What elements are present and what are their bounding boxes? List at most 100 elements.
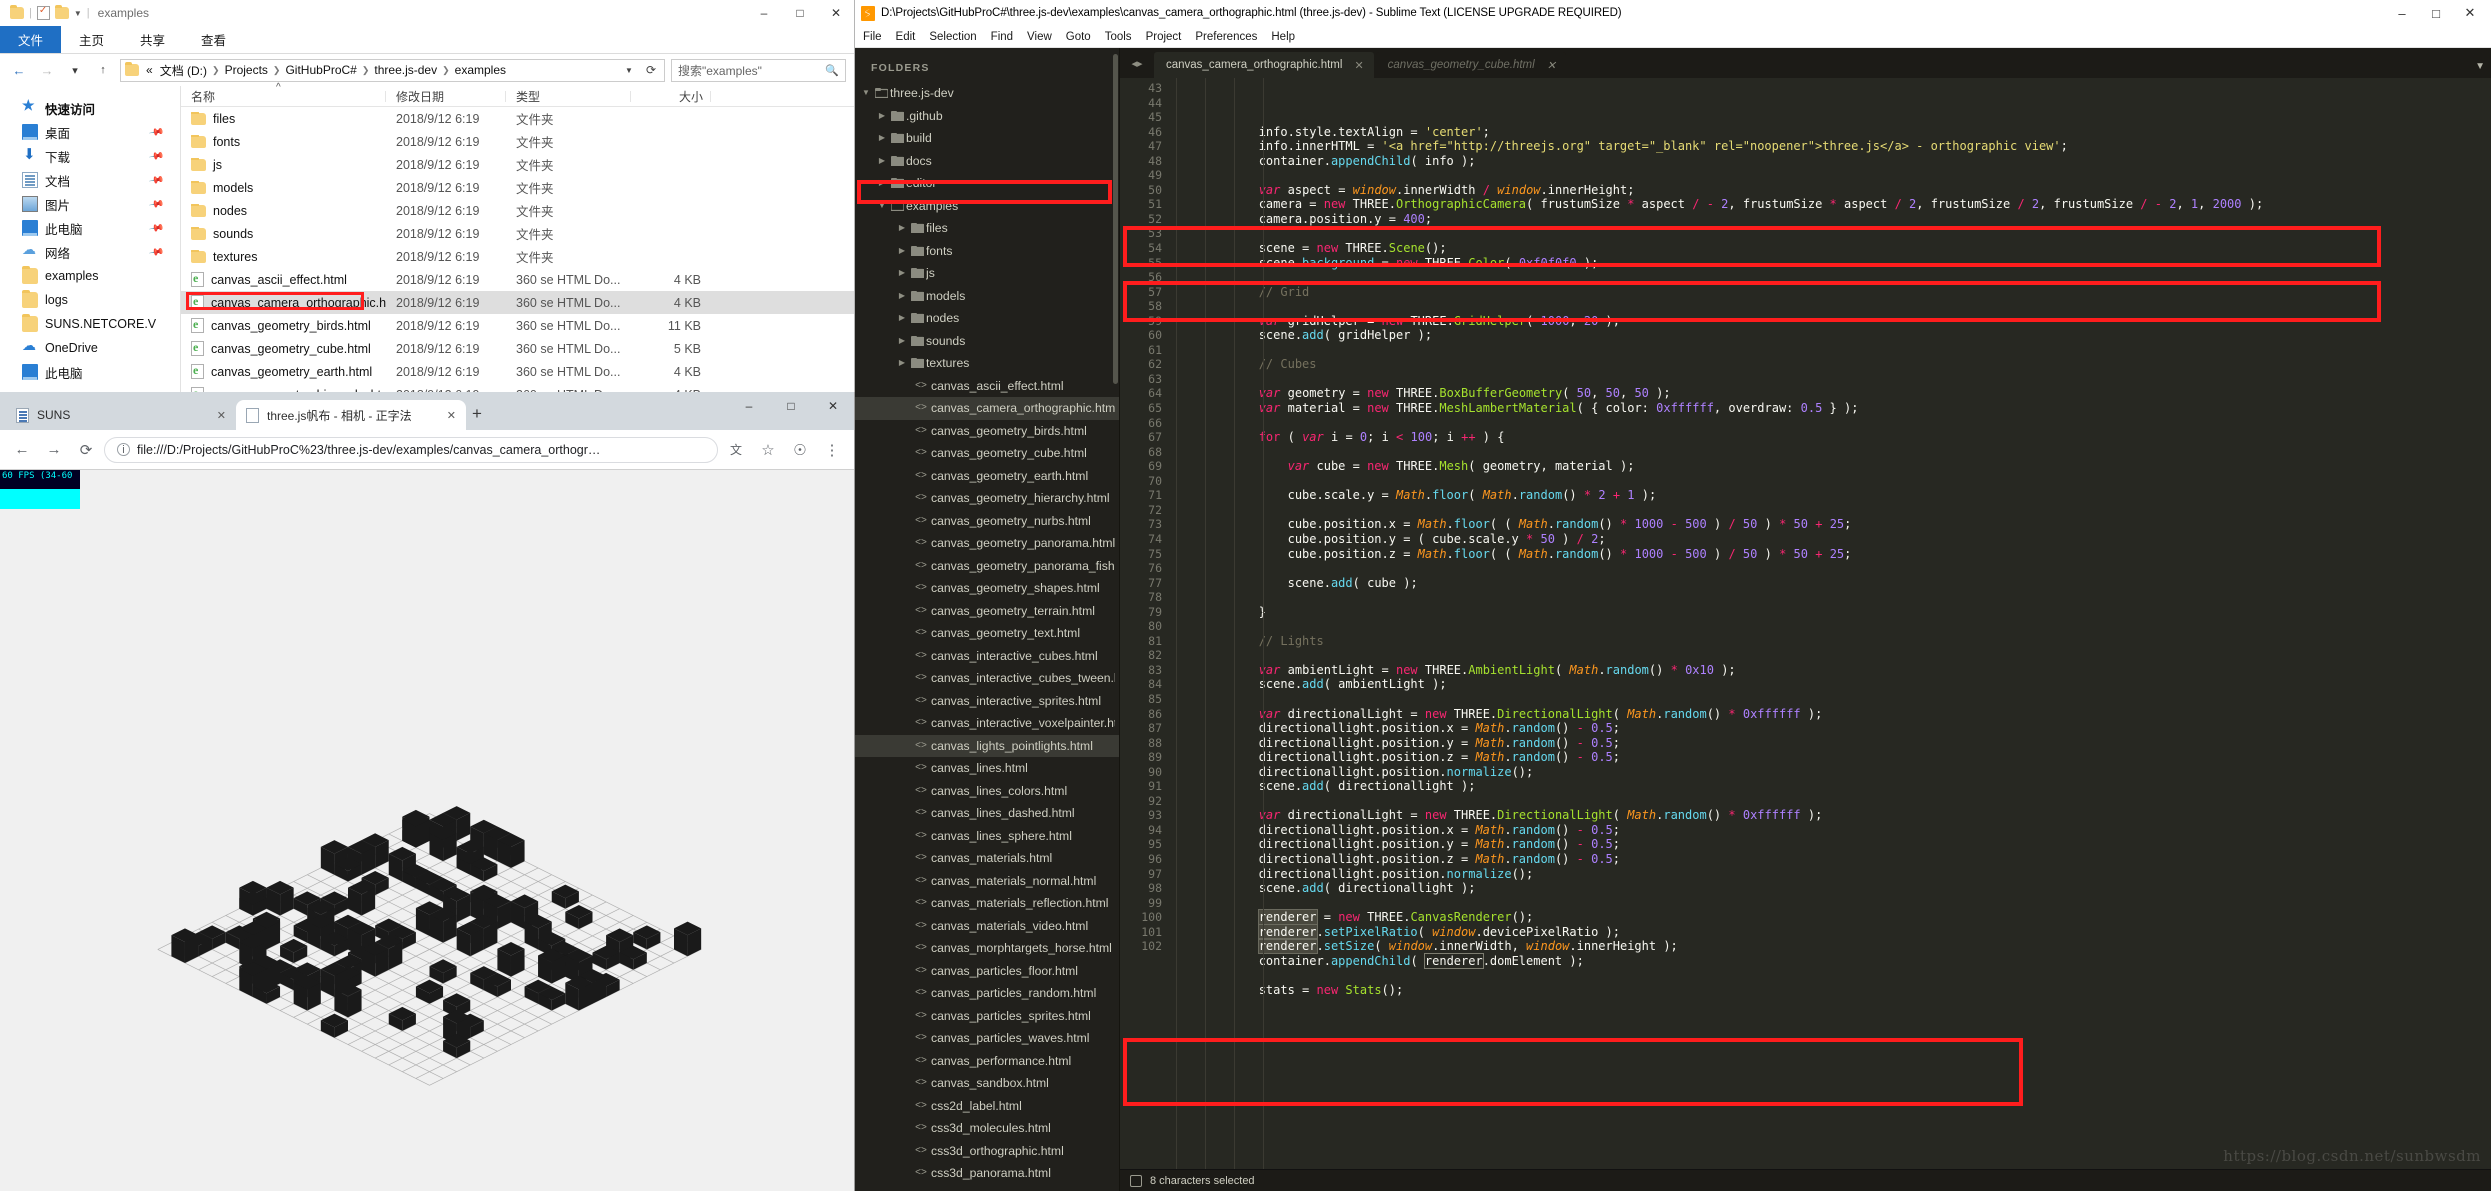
translate-icon[interactable]: 文: [722, 436, 750, 464]
column-header-0[interactable]: 名称: [181, 88, 386, 105]
page-viewport[interactable]: three.js - 正交视图 60 FPS (34-60: [0, 470, 854, 1191]
tree-folder-docs[interactable]: ▶ docs: [855, 150, 1119, 173]
code-line[interactable]: [1172, 226, 2491, 241]
menu-item-view[interactable]: View: [1027, 31, 1052, 43]
code-line[interactable]: for ( var i = 0; i < 100; i ++ ) {: [1172, 430, 2491, 445]
sidebar-item-3[interactable]: 文档 📌: [0, 168, 180, 192]
stats-widget[interactable]: 60 FPS (34-60: [0, 470, 80, 509]
search-box[interactable]: 搜索"examples" 🔍: [671, 58, 846, 82]
address-dropdown-icon[interactable]: ▼: [619, 66, 639, 75]
menu-item-goto[interactable]: Goto: [1066, 31, 1091, 43]
pin-icon[interactable]: 📌: [148, 196, 165, 212]
code-line[interactable]: directionallight.position.y = Math.rando…: [1172, 736, 2491, 751]
tree-file-item[interactable]: <> css3d_panorama.html: [855, 1162, 1119, 1185]
tree-file-item[interactable]: <> canvas_sandbox.html: [855, 1072, 1119, 1095]
ribbon-tab-3[interactable]: 查看: [183, 26, 244, 53]
code-line[interactable]: directionallight.position.normalize();: [1172, 765, 2491, 780]
breadcrumb-2[interactable]: Projects: [223, 63, 270, 77]
tree-file-item[interactable]: <> canvas_geometry_earth.html: [855, 465, 1119, 488]
new-tab-button[interactable]: +: [472, 404, 482, 424]
code-line[interactable]: var aspect = window.innerWidth / window.…: [1172, 183, 2491, 198]
tree-file-item[interactable]: <> canvas_geometry_shapes.html: [855, 577, 1119, 600]
menu-item-find[interactable]: Find: [991, 31, 1013, 43]
sidebar-item-2[interactable]: 下载 📌: [0, 144, 180, 168]
code-line[interactable]: [1172, 619, 2491, 634]
sidebar-item-9[interactable]: SUNS.NETCORE.V: [0, 312, 180, 336]
code-line[interactable]: [1172, 590, 2491, 605]
menu-item-project[interactable]: Project: [1146, 31, 1182, 43]
code-line[interactable]: scene.add( directionallight );: [1172, 881, 2491, 896]
tree-file-item[interactable]: <> canvas_materials_normal.html: [855, 870, 1119, 893]
tree-file-item[interactable]: <> canvas_interactive_cubes_tween.html: [855, 667, 1119, 690]
code-line[interactable]: stats = new Stats();: [1172, 983, 2491, 998]
close-icon[interactable]: ✕: [217, 409, 226, 422]
code-line[interactable]: [1172, 416, 2491, 431]
menu-item-preferences[interactable]: Preferences: [1195, 31, 1257, 43]
code-line[interactable]: directionallight.position.normalize();: [1172, 867, 2491, 882]
code-line[interactable]: container.appendChild( info );: [1172, 154, 2491, 169]
code-line[interactable]: [1172, 561, 2491, 576]
tree-file-item[interactable]: <> canvas_camera_orthographic.html: [855, 397, 1119, 420]
tree-file-item[interactable]: <> canvas_geometry_hierarchy.html: [855, 487, 1119, 510]
table-row[interactable]: textures 2018/9/12 6:19 文件夹: [181, 245, 854, 268]
chevron-right-icon[interactable]: ▶: [895, 330, 909, 353]
tree-folder-models[interactable]: ▶ models: [855, 285, 1119, 308]
tree-file-item[interactable]: <> canvas_lines_dashed.html: [855, 802, 1119, 825]
tree-file-item[interactable]: <> canvas_geometry_text.html: [855, 622, 1119, 645]
tree-file-item[interactable]: <> canvas_ascii_effect.html: [855, 375, 1119, 398]
code-line[interactable]: renderer.setPixelRatio( window.devicePix…: [1172, 923, 2491, 940]
tree-file-item[interactable]: <> canvas_materials_video.html: [855, 915, 1119, 938]
tree-file-item[interactable]: <> canvas_geometry_nurbs.html: [855, 510, 1119, 533]
code-line[interactable]: var material = new THREE.MeshLambertMate…: [1172, 401, 2491, 416]
code-line[interactable]: directionallight.position.x = Math.rando…: [1172, 823, 2491, 838]
code-line[interactable]: scene.add( directionallight );: [1172, 779, 2491, 794]
code-line[interactable]: // Lights: [1172, 634, 2491, 649]
code-line[interactable]: cube.position.z = Math.floor( ( Math.ran…: [1172, 547, 2491, 562]
breadcrumb-3[interactable]: GitHubProC#: [283, 63, 358, 77]
sidebar-item-0[interactable]: 快速访问: [0, 96, 180, 120]
code-line[interactable]: [1172, 445, 2491, 460]
code-line[interactable]: directionallight.position.x = Math.rando…: [1172, 721, 2491, 736]
maximize-icon[interactable]: □: [782, 0, 818, 26]
minimize-icon[interactable]: –: [746, 0, 782, 26]
code-line[interactable]: renderer.setSize( window.innerWidth, win…: [1172, 938, 2491, 955]
code-line[interactable]: scene.add( ambientLight );: [1172, 677, 2491, 692]
ribbon-tab-0[interactable]: 文件: [0, 26, 62, 53]
pin-icon[interactable]: 📌: [148, 244, 165, 260]
breadcrumb-1[interactable]: 文档 (D:): [158, 62, 209, 79]
tree-file-item[interactable]: <> canvas_interactive_cubes.html: [855, 645, 1119, 668]
tree-folder-editor[interactable]: ▶ editor: [855, 172, 1119, 195]
column-header-1[interactable]: 修改日期: [386, 88, 506, 105]
tree-file-item[interactable]: <> canvas_geometry_birds.html: [855, 420, 1119, 443]
code-line[interactable]: }: [1172, 605, 2491, 620]
up-button[interactable]: ↑: [92, 59, 114, 81]
bookmark-star-icon[interactable]: ☆: [754, 436, 782, 464]
table-row[interactable]: files 2018/9/12 6:19 文件夹: [181, 107, 854, 130]
chevron-right-icon[interactable]: ▶: [875, 172, 889, 195]
reload-icon[interactable]: ⟳: [72, 436, 100, 464]
info-icon[interactable]: i: [117, 443, 130, 456]
menu-item-tools[interactable]: Tools: [1105, 31, 1132, 43]
tree-folder-three-js-dev[interactable]: ▼ three.js-dev: [855, 82, 1119, 105]
chevron-right-icon[interactable]: ▶: [895, 285, 909, 308]
table-row[interactable]: canvas_ascii_effect.html 2018/9/12 6:19 36…: [181, 268, 854, 291]
table-row[interactable]: sounds 2018/9/12 6:19 文件夹: [181, 222, 854, 245]
pin-icon[interactable]: 📌: [148, 172, 165, 188]
tree-file-item[interactable]: <> canvas_particles_waves.html: [855, 1027, 1119, 1050]
code-line[interactable]: [1172, 896, 2491, 911]
sidebar-item-5[interactable]: 此电脑 📌: [0, 216, 180, 240]
tree-file-item[interactable]: <> canvas_particles_floor.html: [855, 960, 1119, 983]
chevron-right-icon[interactable]: ▶: [895, 240, 909, 263]
tree-file-item[interactable]: <> canvas_lines_sphere.html: [855, 825, 1119, 848]
sidebar-scrollbar[interactable]: [1113, 54, 1118, 384]
table-row[interactable]: canvas_geometry_earth.html 2018/9/12 6:19…: [181, 360, 854, 383]
sidebar-item-10[interactable]: OneDrive: [0, 336, 180, 360]
chevron-right-icon[interactable]: ▶: [875, 105, 889, 128]
tree-folder-files[interactable]: ▶ files: [855, 217, 1119, 240]
close-icon[interactable]: ✕: [2453, 0, 2487, 26]
tree-file-item[interactable]: <> css3d_orthographic.html: [855, 1140, 1119, 1163]
tab-canvas-geometry-cube[interactable]: canvas_geometry_cube.html ✕: [1375, 52, 1566, 78]
code-line[interactable]: camera = new THREE.OrthographicCamera( f…: [1172, 197, 2491, 212]
menu-item-file[interactable]: File: [863, 31, 882, 43]
sidebar-item-1[interactable]: 桌面 📌: [0, 120, 180, 144]
